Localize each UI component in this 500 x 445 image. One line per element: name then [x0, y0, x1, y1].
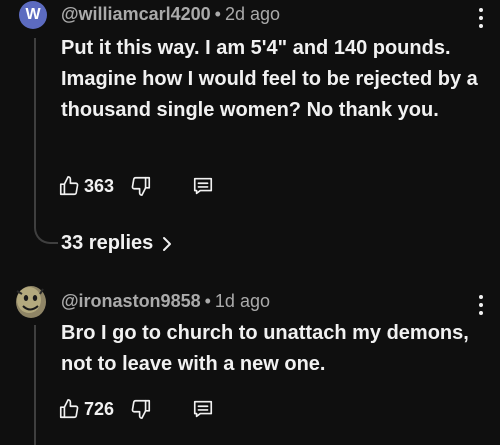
- separator-dot: •: [204, 291, 211, 311]
- comment-actions: 363: [58, 173, 214, 199]
- thumbs-down-icon[interactable]: [130, 398, 152, 420]
- avatar-letter: W: [25, 6, 41, 23]
- author-handle[interactable]: @ironaston9858: [61, 291, 201, 311]
- thread-line: [34, 325, 36, 445]
- thumbs-down-icon[interactable]: [130, 175, 152, 197]
- like-count: 726: [84, 398, 115, 419]
- like-count: 363: [84, 175, 115, 196]
- comment-actions: 726: [58, 396, 214, 422]
- comment-age: 1d ago: [214, 291, 270, 311]
- thumbs-up-icon[interactable]: [58, 175, 80, 197]
- reply-icon[interactable]: [192, 175, 214, 197]
- more-vert-icon[interactable]: [474, 6, 488, 30]
- replies-toggle[interactable]: 33 replies: [61, 232, 173, 255]
- reply-icon[interactable]: [192, 398, 214, 420]
- comment-header: @ironaston9858 • 1d ago: [61, 291, 270, 312]
- thumbs-up-icon[interactable]: [58, 398, 80, 420]
- more-vert-icon[interactable]: [474, 293, 488, 317]
- comment-age: 2d ago: [224, 4, 281, 24]
- chevron-right-icon: [161, 236, 173, 252]
- author-handle[interactable]: @williamcarl4200: [61, 4, 211, 24]
- separator-dot: •: [214, 4, 221, 24]
- comment-text: Put it this way. I am 5'4" and 140 pound…: [61, 37, 478, 121]
- comment-text: Bro I go to church to unattach my demons…: [61, 322, 469, 375]
- replies-label: 33 replies: [61, 232, 154, 254]
- avatar[interactable]: W: [19, 1, 47, 29]
- thread-line: [34, 38, 36, 224]
- thread-connector: [34, 220, 58, 244]
- comment-header: @williamcarl4200 • 2d ago: [61, 4, 280, 25]
- avatar[interactable]: [13, 282, 49, 320]
- smiley-rock-avatar-icon: [16, 286, 46, 318]
